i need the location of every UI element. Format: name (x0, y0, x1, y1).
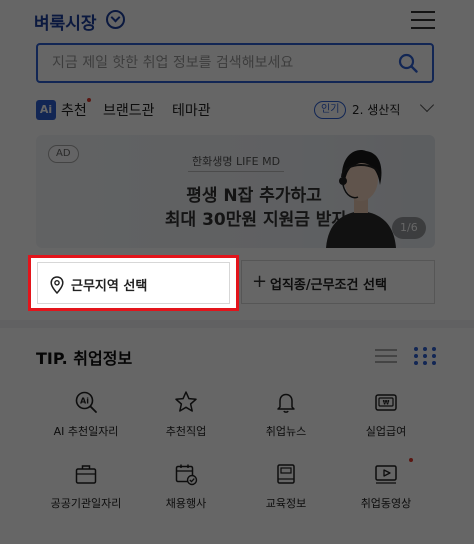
location-pin-icon (50, 276, 64, 294)
search-icon[interactable] (398, 53, 418, 73)
category-tabs: Ai 추천 브랜드관 테마관 인기 2. 생산직 (36, 97, 446, 122)
banner-subtitle: 한화생명 LIFE MD (188, 153, 285, 172)
book-icon (277, 464, 295, 484)
briefcase-icon (75, 465, 97, 484)
ai-search-icon: Ai (75, 391, 97, 413)
ranking-keyword[interactable]: 2. 생산직 (352, 101, 400, 118)
menu-label: 실업급여 (365, 425, 407, 438)
new-dot (409, 458, 413, 462)
calendar-check-icon (175, 464, 198, 486)
video-icon (375, 465, 397, 484)
tab-brand[interactable]: 브랜드관 (103, 100, 155, 120)
tab-recommend[interactable]: 추천 (61, 100, 87, 120)
new-dot (87, 98, 91, 102)
menu-label: 공공기관일자리 (50, 497, 122, 510)
wallet-icon: ₩ (375, 394, 397, 411)
location-select-inner: 근무지역 선택 (37, 262, 230, 304)
location-select-button[interactable]: 근무지역 선택 (28, 255, 239, 311)
menu-job-news[interactable]: 취업뉴스 (236, 384, 336, 446)
plus-icon: + (252, 271, 268, 292)
menu-label: 교육정보 (265, 497, 307, 510)
menu-education[interactable]: 교육정보 (236, 456, 336, 518)
location-select-label: 근무지역 선택 (71, 279, 148, 294)
chevron-down-circle-icon[interactable] (106, 10, 125, 29)
ai-badge: Ai (36, 100, 56, 120)
menu-label: 추천직업 (165, 425, 207, 438)
grid-view-icon[interactable] (414, 347, 436, 365)
header: 벼룩시장 (0, 0, 474, 40)
menu-label: AI 추천일자리 (53, 425, 119, 438)
bell-icon (277, 393, 295, 413)
tip-section-title: TIP. 취업정보 (36, 349, 133, 368)
search-bar (36, 43, 434, 83)
banner-pager: 1/6 (392, 217, 426, 239)
section-divider (0, 320, 474, 328)
menu-label: 채용행사 (165, 497, 207, 510)
svg-text:Ai: Ai (80, 397, 89, 406)
menu-recommended-jobs[interactable]: 추천직업 (136, 384, 236, 446)
ad-tag: AD (48, 145, 79, 163)
tip-menu-grid: Ai AI 추천일자리 추천직업 취업뉴스 ₩ 실업급여 공공기관일자리 채용행… (36, 384, 436, 524)
menu-job-videos[interactable]: 취업동영상 (336, 456, 436, 518)
list-view-icon[interactable] (375, 348, 397, 364)
hot-badge: 인기 (314, 101, 347, 119)
search-input[interactable] (52, 53, 392, 73)
star-icon (175, 391, 197, 412)
menu-ai-jobs[interactable]: Ai AI 추천일자리 (36, 384, 136, 446)
menu-hiring-events[interactable]: 채용행사 (136, 456, 236, 518)
ad-banner[interactable]: AD 한화생명 LIFE MD 평생 N잡 추가하고 최대 30만원 지원금 받… (36, 135, 435, 248)
hamburger-menu-icon[interactable] (411, 11, 435, 29)
menu-public-jobs[interactable]: 공공기관일자리 (36, 456, 136, 518)
chevron-down-icon[interactable] (419, 97, 435, 113)
menu-unemployment-benefit[interactable]: ₩ 실업급여 (336, 384, 436, 446)
svg-text:₩: ₩ (383, 400, 390, 407)
tab-theme[interactable]: 테마관 (172, 100, 211, 120)
job-condition-label: 업직종/근무조건 선택 (270, 278, 387, 293)
page: 벼룩시장 Ai 추천 브랜드관 테마관 인기 2. 생산직 AD 한화생명 LI… (0, 0, 474, 544)
menu-label: 취업동영상 (360, 497, 412, 510)
job-condition-button[interactable]: + 업직종/근무조건 선택 (241, 260, 435, 304)
menu-label: 취업뉴스 (265, 425, 307, 438)
brand-logo[interactable]: 벼룩시장 (34, 9, 97, 34)
